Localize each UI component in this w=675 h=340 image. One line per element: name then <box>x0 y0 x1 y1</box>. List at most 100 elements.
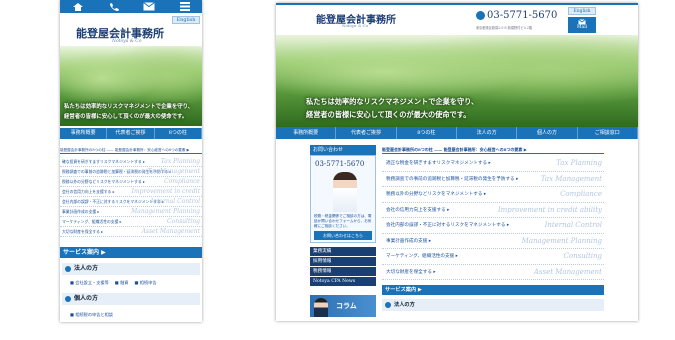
pillar-item[interactable]: 事業計画作成の支援 ▸ Management Planning <box>382 234 604 249</box>
pillar-item[interactable]: 税務以外の分野などリスクをマネジメントする ▸ Compliance <box>60 177 202 187</box>
contact-header: お問い合わせ <box>310 145 376 155</box>
pillar-text: 税務以外の分野などリスクをマネジメントする ▸ <box>386 192 487 197</box>
nav-pillars[interactable]: 8つの柱 <box>155 128 202 139</box>
building-icon <box>65 266 71 272</box>
hero-caption-2: 経営者の皆様に安心して頂くのが最大の使命です。 <box>64 114 188 120</box>
pillar-ghost: Tax Planning <box>556 159 602 167</box>
pillar-ghost: Consulting <box>167 218 200 225</box>
pillar-item[interactable]: 大切な財産を保全する ▸ Asset Management <box>382 265 604 280</box>
header-phone[interactable]: 03-5771-5670 <box>476 10 557 21</box>
pillar-text: 会社内部の誤謬・不正に対するリスクをマネジメントする ▸ <box>62 199 164 204</box>
pillar-text: 大切な財産を保全する ▸ <box>386 269 436 275</box>
hero-caption-2: 経営者の皆様に安心して頂くのが最大の使命です。 <box>306 110 471 119</box>
side-link-recruit[interactable]: 採用情報 <box>310 257 376 267</box>
pillar-ghost: Tax Management <box>147 168 200 175</box>
pillar-ghost: Asset Management <box>533 267 602 276</box>
pillars-list: 確な投資を研ぎすますリスクマネジメントする ▸ Tax Planning 税務調査… <box>60 157 202 237</box>
mail-label: Mail <box>576 25 588 30</box>
nav-greeting[interactable]: 代表者ご挨拶 <box>336 127 397 139</box>
service-link[interactable]: ■ 相続税の申告と相談 <box>70 312 113 318</box>
hero-caption-1: 私たちは効率的なリスクマネジメントで企業を守り、 <box>306 97 479 106</box>
hero-image: 私たちは効率的なリスクマネジメントで企業を守り、 経営者の皆様に安心して頂くのが… <box>60 46 202 126</box>
service-header[interactable]: サービス案内 ▶ <box>382 285 604 295</box>
column-banner[interactable]: コラム <box>310 295 376 317</box>
contact-box: 03-5771-5670 税務・税金関係でご相談の方は、電話か問い合わせフォーム… <box>310 155 376 243</box>
pillars-heading[interactable]: 能登屋会計事務所の8つの柱 —— 能登屋会計事務所：安心経営への8つの要素 ▶ <box>382 145 604 154</box>
pillar-ghost: Asset Management <box>141 228 200 235</box>
pillar-ghost: Management Planning <box>131 208 200 215</box>
service-corporate-label: 法人の方 <box>394 302 415 308</box>
pillar-item[interactable]: 税務調査での事前の追跡税と加算税・延滞税の発生を予防する ▸ Tax Manage… <box>60 167 202 177</box>
service-corporate[interactable]: 法人の方 <box>62 263 200 275</box>
service-corporate[interactable]: 法人の方 <box>382 299 604 311</box>
pillar-text: 会社の信用力向上を支援する ▸ <box>386 207 450 213</box>
receptionist-photo <box>333 172 357 212</box>
pillar-ghost: Internal Control <box>544 221 602 229</box>
nav-office[interactable]: 事務所概要 <box>276 127 337 139</box>
pillar-item[interactable]: 大切な財産を保全する ▸ Asset Management <box>60 227 202 237</box>
pillar-text: 会社内部の誤謬・不正に対するリスクをマネジメントする ▸ <box>386 223 510 228</box>
side-links: 業務実績 採用情報 税務情報 Notoya CPA News <box>310 247 376 287</box>
phone-icon[interactable] <box>109 2 119 12</box>
site-subtitle: Notoya & Co <box>112 39 142 44</box>
pillar-text: 適正な税金を研ぎすますリスクマネジメントする ▸ <box>386 161 491 166</box>
pillar-ghost: Internal Control <box>150 198 200 205</box>
columnist-photo <box>314 298 328 317</box>
service-corporate-links: ■ 会社設立・支援等 ■ 融資 ■ 相続申告 <box>70 280 157 286</box>
pillar-text: 確な投資を研ぎすますリスクマネジメントする ▸ <box>62 159 145 164</box>
pillar-ghost: Compliance <box>164 178 200 185</box>
desktop-screenshot: 能登屋会計事務所 Notoya & Co 03-5771-5670 東京都港区新… <box>276 3 638 321</box>
pillar-item[interactable]: 会社の信用力向上を支援する ▸ Improvement in credit <box>60 187 202 197</box>
pillar-ghost: Improvement in credit ability <box>497 205 602 214</box>
header-address: 東京都港区新橋2-5-8 新橋野村ビル2階 <box>476 26 532 30</box>
menu-icon[interactable] <box>179 2 190 11</box>
pillars-heading[interactable]: 能登屋会計事務所の8つの柱 —— 能登屋会計事務所：安心経営への8つの要素 ▶ <box>60 148 202 154</box>
nav-consultation[interactable]: ご相談窓口 <box>578 127 638 139</box>
contact-button[interactable]: お問い合わせはこちら <box>314 231 372 240</box>
pillar-item[interactable]: 適正な税金を研ぎすますリスクマネジメントする ▸ Tax Planning <box>382 156 604 172</box>
pillar-item[interactable]: 会社内部の誤謬・不正に対するリスクをマネジメントする ▸ Internal Con… <box>382 218 604 234</box>
service-link[interactable]: ■ 会社設立・支援等 <box>70 280 109 286</box>
nav-individual[interactable]: 個人の方 <box>517 127 578 139</box>
service-link[interactable]: ■ 相続申告 <box>134 280 156 286</box>
service-corporate-label: 法人の方 <box>74 265 99 272</box>
pillar-item[interactable]: 事業計画作成の支援 ▸ Management Planning <box>60 207 202 217</box>
mobile-nav: 事務所概要 代表者ご挨拶 8つの柱 <box>60 128 202 139</box>
english-button[interactable]: English <box>568 7 596 15</box>
mail-button[interactable]: Mail <box>568 17 596 33</box>
pillar-text: 会社の信用力向上を支援する ▸ <box>62 189 115 194</box>
column-label: コラム <box>336 301 357 310</box>
pillar-item[interactable]: マーケティング、組織活性の支援 ▸ Consulting <box>60 217 202 227</box>
mobile-screenshot: English 能登屋会計事務所 Notoya & Co 私たちは効率的なリスク… <box>60 0 202 322</box>
side-link-tax-info[interactable]: 税務情報 <box>310 267 376 277</box>
pillar-item[interactable]: 税務調査での事前の追跡税と加算税・延滞税の発生を予防する ▸ Tax Manage… <box>382 172 604 187</box>
pillar-item[interactable]: 会社内部の誤謬・不正に対するリスクをマネジメントする ▸ Internal Con… <box>60 197 202 207</box>
service-individual[interactable]: 個人の方 <box>62 293 200 305</box>
phone-icon <box>476 11 485 20</box>
pillar-ghost: Compliance <box>560 190 602 198</box>
pillar-text: 大切な財産を保全する ▸ <box>62 229 104 234</box>
contact-phone[interactable]: 03-5771-5670 <box>315 160 364 168</box>
hero-caption-1: 私たちは効率的なリスクマネジメントで企業を守り、 <box>64 104 194 110</box>
nav-greeting[interactable]: 代表者ご挨拶 <box>107 128 155 139</box>
service-link[interactable]: ■ 融資 <box>115 280 129 286</box>
mail-icon[interactable] <box>143 2 156 11</box>
service-header[interactable]: サービス案内 ▶ <box>60 247 202 258</box>
pillar-item[interactable]: 税務以外の分野などリスクをマネジメントする ▸ Compliance <box>382 187 604 203</box>
nav-pillars[interactable]: 8つの柱 <box>397 127 457 139</box>
english-button[interactable]: English <box>172 16 200 24</box>
pillar-ghost: Management Planning <box>521 236 602 245</box>
service-individual-label: 個人の方 <box>74 295 99 302</box>
pillar-item[interactable]: 会社の信用力向上を支援する ▸ Improvement in credit abi… <box>382 203 604 218</box>
pillar-item[interactable]: マーケティング、組織活性の支援 ▸ Consulting <box>382 249 604 265</box>
home-icon[interactable] <box>72 2 84 12</box>
pillar-ghost: Consulting <box>563 252 602 260</box>
pillar-text: マーケティング、組織活性の支援 ▸ <box>386 254 458 259</box>
person-icon <box>65 296 71 302</box>
site-subtitle: Notoya & Co <box>342 23 369 28</box>
side-link-results[interactable]: 業務実績 <box>310 247 376 257</box>
side-link-news[interactable]: Notoya CPA News <box>310 277 376 287</box>
nav-office[interactable]: 事務所概要 <box>60 128 108 139</box>
nav-corporate[interactable]: 法人の方 <box>457 127 518 139</box>
pillar-item[interactable]: 確な投資を研ぎすますリスクマネジメントする ▸ Tax Planning <box>60 157 202 167</box>
